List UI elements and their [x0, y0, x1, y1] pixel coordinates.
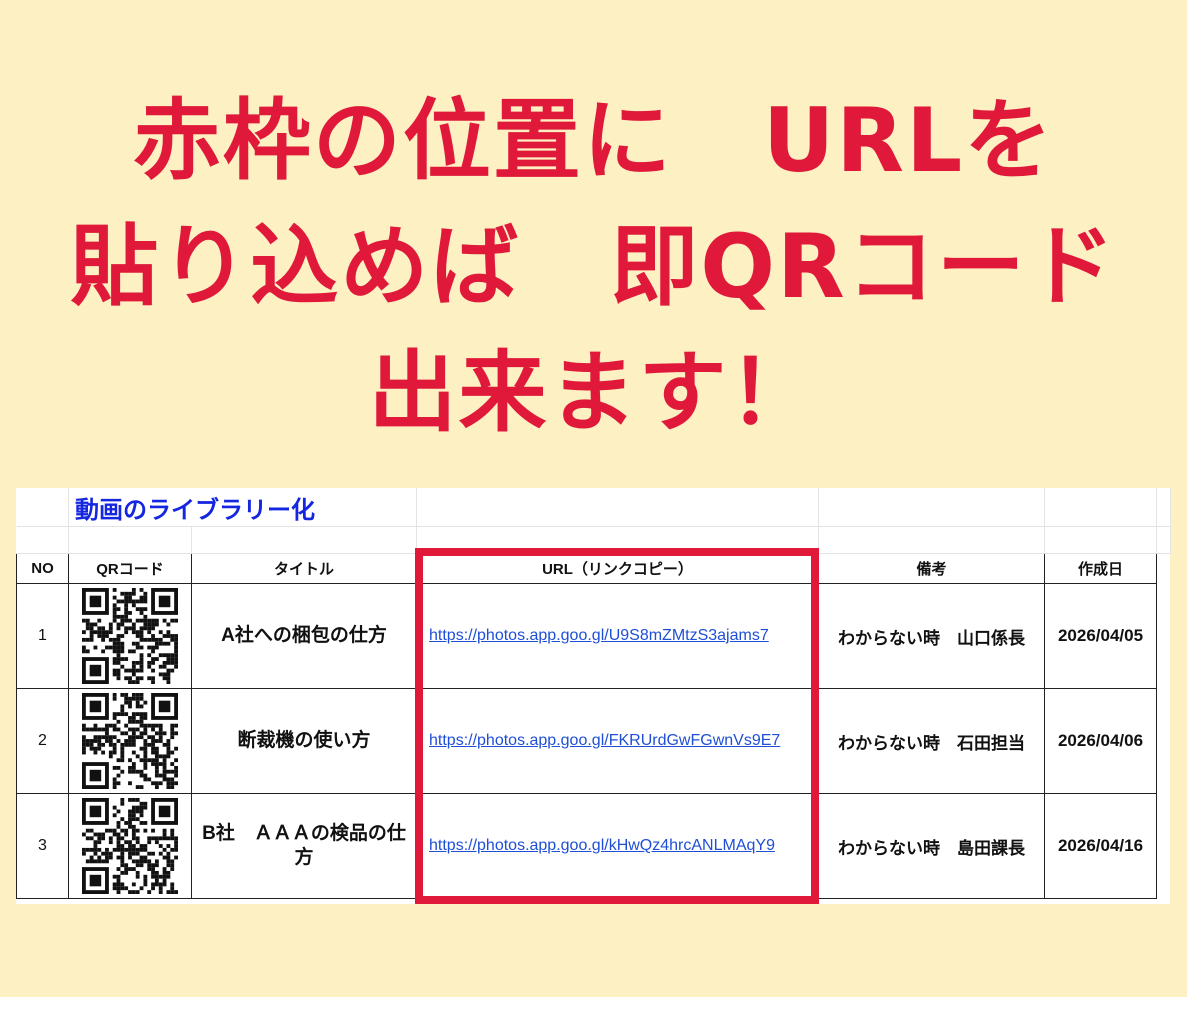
- header-note[interactable]: 備考: [818, 553, 1045, 584]
- header-title[interactable]: タイトル: [191, 553, 417, 584]
- cell-note[interactable]: わからない時 石田担当: [818, 688, 1045, 794]
- cell-date[interactable]: 2026/04/06: [1044, 688, 1157, 794]
- header-qr[interactable]: QRコード: [68, 553, 192, 584]
- headline-line-3: 出来ます！: [368, 341, 819, 444]
- headline-line-2: 貼り込めば 即QRコード: [70, 215, 1117, 318]
- cell-qr[interactable]: [68, 583, 192, 689]
- cell-qr[interactable]: [68, 793, 192, 899]
- cell-qr[interactable]: [68, 688, 192, 794]
- cell-note[interactable]: わからない時 島田課長: [818, 793, 1045, 899]
- header-date[interactable]: 作成日: [1044, 553, 1157, 584]
- header-no[interactable]: NO: [16, 553, 69, 584]
- sheet-title-row: 動画のライブラリー化: [16, 488, 1171, 527]
- cell-title[interactable]: B社 ＡＡＡの検品の仕方: [191, 793, 417, 899]
- headline: 赤枠の位置に URLを 貼り込めば 即QRコード 出来ます！: [0, 78, 1187, 456]
- cell-title[interactable]: A社への梱包の仕方: [191, 583, 417, 689]
- url-highlight-frame: [415, 548, 819, 904]
- cell-no[interactable]: 2: [16, 688, 69, 794]
- cell-no[interactable]: 1: [16, 583, 69, 689]
- cell-no[interactable]: 3: [16, 793, 69, 899]
- qr-code-icon[interactable]: [82, 588, 178, 684]
- cell-title[interactable]: 断裁機の使い方: [191, 688, 417, 794]
- cell-date[interactable]: 2026/04/05: [1044, 583, 1157, 689]
- cell-date[interactable]: 2026/04/16: [1044, 793, 1157, 899]
- qr-code-icon[interactable]: [82, 798, 178, 894]
- headline-line-1: 赤枠の位置に URLを: [132, 89, 1055, 192]
- sheet-title[interactable]: 動画のライブラリー化: [68, 488, 417, 527]
- cell-note[interactable]: わからない時 山口係長: [818, 583, 1045, 689]
- qr-code-icon[interactable]: [82, 693, 178, 789]
